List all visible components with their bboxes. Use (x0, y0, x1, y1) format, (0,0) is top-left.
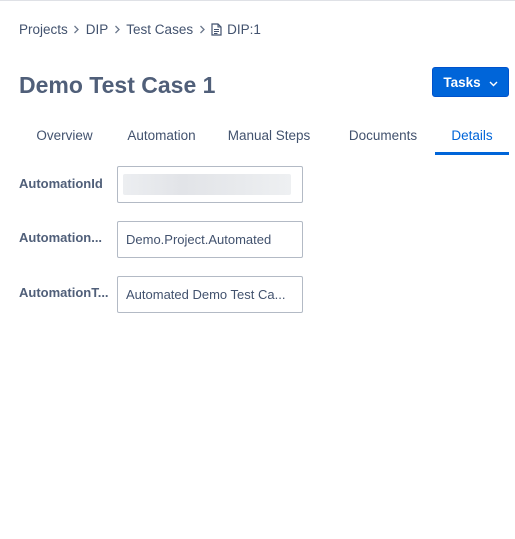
tasks-button-label: Tasks (443, 74, 481, 90)
breadcrumb-test-cases[interactable]: Test Cases (126, 22, 193, 37)
tab-manual-steps[interactable]: Manual Steps (213, 122, 325, 155)
page-title: Demo Test Case 1 (19, 72, 216, 98)
top-divider (0, 0, 515, 1)
field-label-automation-id: AutomationId (19, 176, 103, 191)
tab-details[interactable]: Details (435, 122, 509, 155)
tasks-button[interactable]: Tasks (432, 67, 509, 97)
chevron-right-icon (193, 25, 211, 34)
breadcrumb-project[interactable]: DIP (86, 22, 109, 37)
tab-automation[interactable]: Automation (110, 122, 213, 155)
chevron-right-icon (108, 25, 126, 34)
chevron-right-icon (68, 25, 86, 34)
breadcrumb-projects[interactable]: Projects (19, 22, 68, 37)
tab-documents[interactable]: Documents (329, 122, 437, 155)
field-label-automation-title: AutomationT... (19, 285, 109, 300)
automation-name-field[interactable]: Demo.Project.Automated (117, 221, 303, 258)
field-label-automation-name: Automation... (19, 230, 103, 245)
tab-bar: Overview Automation Manual Steps Documen… (19, 122, 509, 155)
tab-overview[interactable]: Overview (19, 122, 110, 155)
breadcrumb-current: DIP:1 (211, 22, 261, 37)
automation-title-field[interactable]: Automated Demo Test Ca... (117, 276, 303, 313)
automation-id-field[interactable] (117, 166, 303, 203)
redacted-value (123, 174, 291, 195)
document-icon (211, 22, 222, 36)
breadcrumb: Projects DIP Test Cases DIP:1 (19, 20, 261, 38)
breadcrumb-current-label: DIP:1 (227, 21, 261, 37)
chevron-down-icon (489, 75, 498, 90)
